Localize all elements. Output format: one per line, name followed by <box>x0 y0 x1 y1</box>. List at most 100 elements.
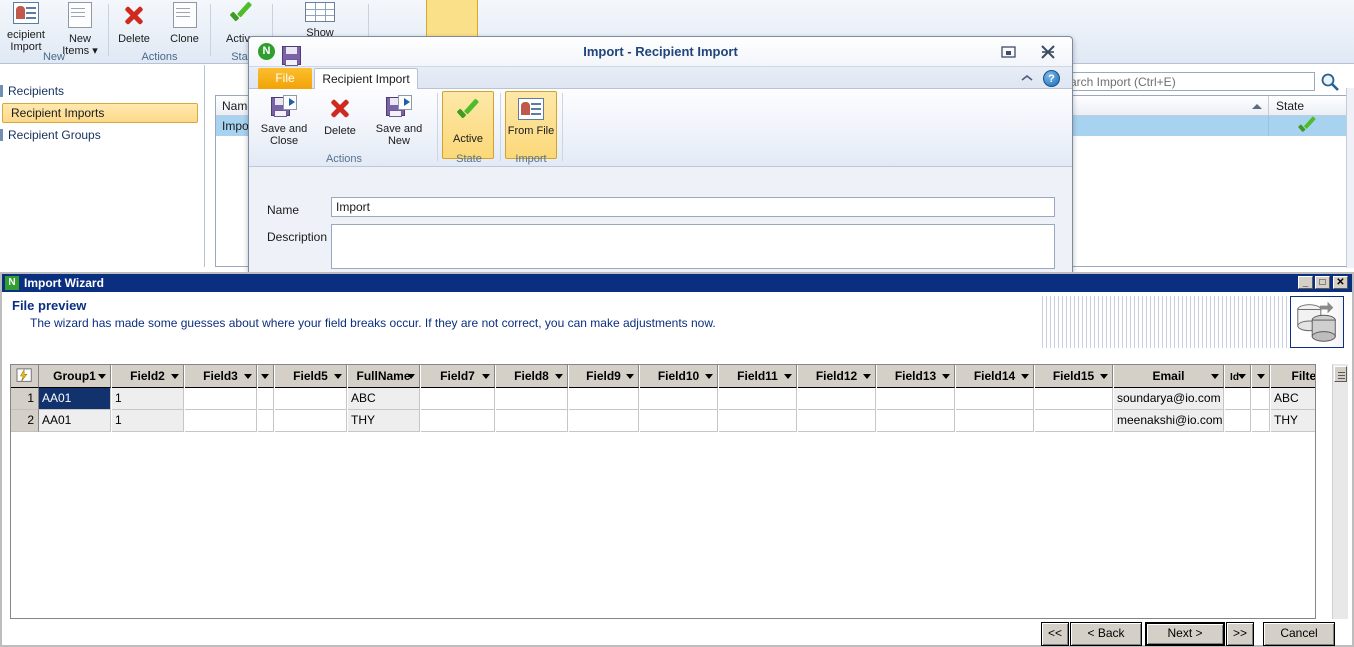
row-header[interactable]: 1 <box>11 388 39 410</box>
ribbon-button-active[interactable]: Active <box>442 93 494 145</box>
grid-cell[interactable] <box>1035 410 1113 432</box>
column-header-field10[interactable]: Field10 <box>640 365 718 388</box>
first-page-button[interactable]: << <box>1041 622 1069 646</box>
grid-cell[interactable] <box>640 410 718 432</box>
grid-cell[interactable]: AA01 <box>39 410 111 432</box>
close-icon[interactable]: ✕ <box>1333 276 1348 289</box>
grid-cell[interactable]: 1 <box>112 388 184 410</box>
record-window-titlebar[interactable]: N Import - Recipient Import <box>249 37 1072 67</box>
chevron-down-icon[interactable] <box>482 374 490 379</box>
chevron-down-icon[interactable] <box>784 374 792 379</box>
help-icon[interactable]: ? <box>1043 70 1060 87</box>
column-header-field3[interactable]: Field3 <box>185 365 257 388</box>
grid-cell[interactable]: meenakshi@io.com <box>1114 410 1224 432</box>
ribbon-button-delete[interactable]: Delete <box>109 0 159 45</box>
ribbon-button-recipient-import[interactable]: ecipient Import <box>0 0 52 53</box>
chevron-down-icon[interactable] <box>334 374 342 379</box>
chevron-up-icon[interactable] <box>1020 73 1034 83</box>
search-input[interactable]: arch Import (Ctrl+E) <box>1065 72 1315 91</box>
chevron-down-icon[interactable] <box>261 374 269 379</box>
grid-cell[interactable]: 1 <box>112 410 184 432</box>
description-field[interactable] <box>331 224 1055 269</box>
column-header-group1[interactable]: Group1 <box>39 365 111 388</box>
column-header-state[interactable]: State <box>1276 99 1304 113</box>
scrollbar-thumb[interactable] <box>1334 366 1347 382</box>
ribbon-button-clone[interactable]: Clone <box>159 0 210 45</box>
column-header-col3[interactable] <box>258 365 274 388</box>
grid-cell[interactable] <box>569 388 639 410</box>
grid-cell[interactable] <box>421 388 495 410</box>
column-header-field7[interactable]: Field7 <box>421 365 495 388</box>
grid-cell[interactable] <box>185 388 257 410</box>
back-button[interactable]: < Back <box>1070 622 1142 646</box>
tab-recipient-import[interactable]: Recipient Import <box>314 68 418 90</box>
chevron-down-icon[interactable] <box>171 374 179 379</box>
grid-cell[interactable] <box>956 388 1034 410</box>
chevron-down-icon[interactable] <box>407 374 415 379</box>
next-button[interactable]: Next > <box>1145 622 1225 646</box>
search-icon[interactable] <box>1320 72 1340 92</box>
column-header-field8[interactable]: Field8 <box>496 365 568 388</box>
maximize-icon[interactable]: □ <box>1315 276 1330 289</box>
grid-cell[interactable] <box>877 388 955 410</box>
grid-cell[interactable] <box>421 410 495 432</box>
close-icon[interactable] <box>1040 44 1056 60</box>
sidebar-item-recipient-imports[interactable]: Recipient Imports <box>2 103 198 123</box>
chevron-down-icon[interactable] <box>705 374 713 379</box>
column-header-field9[interactable]: Field9 <box>569 365 639 388</box>
grid-cell[interactable] <box>877 410 955 432</box>
sidebar-item-recipient-groups[interactable]: Recipient Groups <box>0 125 101 145</box>
column-header-field11[interactable]: Field11 <box>719 365 797 388</box>
grid-cell[interactable] <box>275 388 347 410</box>
ribbon-button-show[interactable]: Show <box>289 0 351 39</box>
column-header-fullname[interactable]: FullName <box>348 365 420 388</box>
chevron-down-icon[interactable] <box>1211 374 1219 379</box>
ribbon-button-save-and-close[interactable]: Save and Close <box>255 93 313 147</box>
grid-cell[interactable]: soundarya@io.com <box>1114 388 1224 410</box>
grid-cell[interactable] <box>496 410 568 432</box>
grid-cell[interactable]: ABC <box>348 388 420 410</box>
chevron-down-icon[interactable] <box>244 374 252 379</box>
chevron-down-icon[interactable] <box>1021 374 1029 379</box>
grid-cell[interactable] <box>1252 388 1270 410</box>
column-header-field14[interactable]: Field14 <box>956 365 1034 388</box>
column-header-field13[interactable]: Field13 <box>877 365 955 388</box>
restore-icon[interactable] <box>1001 45 1016 59</box>
tab-file[interactable]: File <box>258 68 312 89</box>
select-all-icon[interactable] <box>11 365 39 388</box>
grid-cell[interactable] <box>1035 388 1113 410</box>
column-header-field15[interactable]: Field15 <box>1035 365 1113 388</box>
cancel-button[interactable]: Cancel <box>1263 622 1335 646</box>
column-header-id[interactable]: Id <box>1225 365 1251 388</box>
ribbon-button-from-file[interactable]: From File <box>505 93 557 137</box>
grid-cell[interactable]: THY <box>1271 410 1315 432</box>
last-page-button[interactable]: >> <box>1226 622 1254 646</box>
grid-cell[interactable] <box>1252 410 1270 432</box>
ribbon-button-new-items[interactable]: New Items ▾ <box>52 0 108 57</box>
column-header-filter1[interactable]: Filter1 <box>1271 365 1315 388</box>
chevron-down-icon[interactable] <box>1100 374 1108 379</box>
grid-cell[interactable]: AA01 <box>39 388 111 410</box>
grid-cell[interactable] <box>719 410 797 432</box>
chevron-down-icon[interactable] <box>942 374 950 379</box>
column-header-field12[interactable]: Field12 <box>798 365 876 388</box>
vertical-scrollbar[interactable] <box>1332 364 1348 619</box>
chevron-down-icon[interactable] <box>863 374 871 379</box>
row-header[interactable]: 2 <box>11 410 39 432</box>
sidebar-item-recipients[interactable]: Recipients <box>0 81 64 101</box>
column-header-col17[interactable] <box>1252 365 1270 388</box>
ribbon-button-save-and-new[interactable]: Save and New <box>367 93 431 147</box>
ribbon-button-delete[interactable]: Delete <box>315 93 365 137</box>
chevron-down-icon[interactable] <box>1257 374 1265 379</box>
chevron-down-icon[interactable] <box>555 374 563 379</box>
chevron-down-icon[interactable] <box>98 374 106 379</box>
grid-cell[interactable] <box>258 410 274 432</box>
grid-cell[interactable] <box>258 388 274 410</box>
grid-cell[interactable] <box>798 410 876 432</box>
grid-cell[interactable] <box>185 410 257 432</box>
grid-cell[interactable]: ABC <box>1271 388 1315 410</box>
chevron-down-icon[interactable] <box>1238 374 1246 379</box>
chevron-down-icon[interactable] <box>626 374 634 379</box>
grid-cell[interactable] <box>496 388 568 410</box>
grid-cell[interactable] <box>956 410 1034 432</box>
